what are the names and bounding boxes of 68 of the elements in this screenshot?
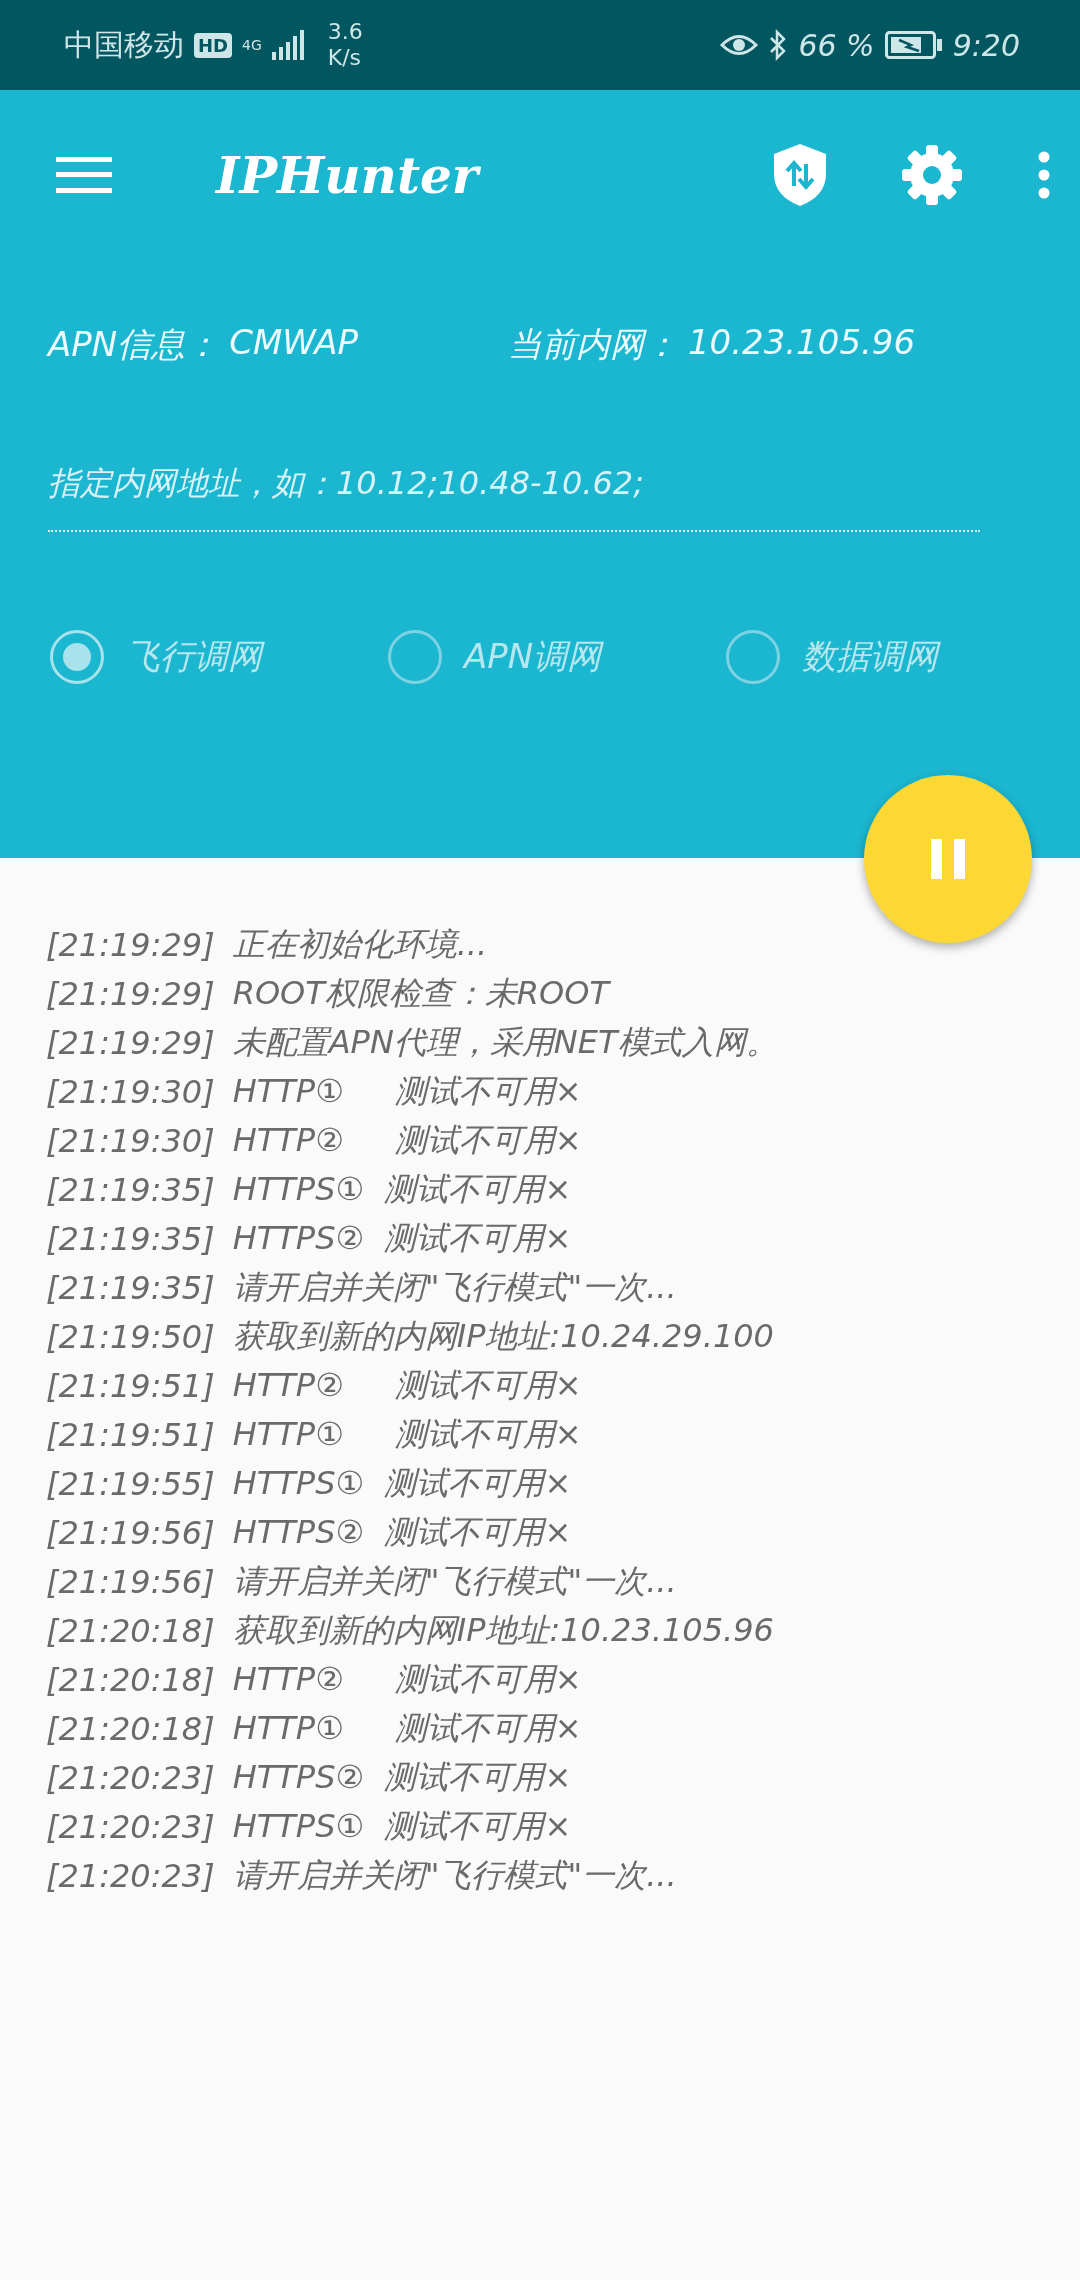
log-time: [21:19:30] xyxy=(46,1072,215,1111)
menu-button[interactable] xyxy=(56,157,112,193)
network-type: 4G xyxy=(242,37,262,53)
eye-icon xyxy=(720,32,759,58)
log-message: ROOT权限检查：未ROOT xyxy=(232,972,609,1014)
log-message: HTTP② 测试不可用× xyxy=(232,1364,582,1406)
speed-value: 3.6 xyxy=(327,18,363,45)
mode-radio[interactable]: APN调网 xyxy=(388,630,726,684)
log-time: [21:20:23] xyxy=(46,1807,215,1846)
log-message: 请开启并关闭"飞行模式"一次... xyxy=(232,1560,677,1602)
log-time: [21:19:29] xyxy=(46,974,215,1013)
clock-time: 9:20 xyxy=(952,27,1020,63)
log-message: 未配置APN代理，采用NET模式入网。 xyxy=(232,1021,778,1063)
ip-label: 当前内网： xyxy=(507,323,678,366)
battery-percent: 66 % xyxy=(798,27,875,63)
ip-value: 10.23.105.96 xyxy=(687,322,916,364)
log-message: HTTPS① 测试不可用× xyxy=(232,1168,572,1210)
log-time: [21:19:35] xyxy=(46,1268,215,1307)
log-time: [21:19:55] xyxy=(46,1464,215,1503)
hd-badge: HD xyxy=(194,32,232,58)
log-message: HTTP① 测试不可用× xyxy=(232,1413,582,1455)
apn-label: APN信息： xyxy=(48,323,220,366)
log-message: HTTP① 测试不可用× xyxy=(232,1707,582,1749)
log-time: [21:19:30] xyxy=(46,1121,215,1160)
log-message: 获取到新的内网IP地址:10.24.29.100 xyxy=(232,1315,774,1357)
log-time: [21:19:35] xyxy=(46,1170,215,1209)
log-message: HTTPS② 测试不可用× xyxy=(232,1511,572,1553)
log-message: 正在初始化环境... xyxy=(232,923,488,965)
log-time: [21:19:51] xyxy=(46,1366,215,1405)
app-title: IPHunter xyxy=(216,145,479,205)
apn-value: CMWAP xyxy=(229,322,358,364)
log-time: [21:19:29] xyxy=(46,925,215,964)
mode-radio[interactable]: 飞行调网 xyxy=(50,630,388,684)
menu-icon xyxy=(56,157,112,193)
log-time: [21:20:18] xyxy=(46,1660,215,1699)
log-message: HTTPS① 测试不可用× xyxy=(232,1805,572,1847)
log-message: HTTPS② 测试不可用× xyxy=(232,1217,572,1259)
mode-radio[interactable]: 数据调网 xyxy=(726,630,1064,684)
log-message: HTTP② 测试不可用× xyxy=(232,1658,582,1700)
log-message: HTTPS① 测试不可用× xyxy=(232,1462,572,1504)
settings-button[interactable] xyxy=(902,145,962,205)
log-time: [21:19:56] xyxy=(46,1513,215,1552)
settings-icon xyxy=(902,145,962,205)
more-icon xyxy=(1038,151,1050,199)
signal-icon xyxy=(271,30,306,60)
log-message: HTTP② 测试不可用× xyxy=(232,1119,582,1161)
carrier-name: 中国移动 xyxy=(64,25,184,64)
shield-arrows-icon xyxy=(774,144,826,206)
log-message: 请开启并关闭"飞行模式"一次... xyxy=(232,1854,677,1896)
shield-button[interactable] xyxy=(774,144,826,206)
log-time: [21:20:23] xyxy=(46,1758,215,1797)
pause-icon xyxy=(931,839,965,879)
log-message: HTTP① 测试不可用× xyxy=(232,1070,582,1112)
battery-charging-icon xyxy=(884,31,943,59)
log-time: [21:19:35] xyxy=(46,1219,215,1258)
log-time: [21:19:29] xyxy=(46,1023,215,1062)
log-message: 获取到新的内网IP地址:10.23.105.96 xyxy=(232,1609,774,1651)
log-time: [21:20:18] xyxy=(46,1611,215,1650)
address-input-field[interactable]: 指定内网地址，如：10.12;10.48-10.62; xyxy=(48,464,980,532)
more-button[interactable] xyxy=(1038,151,1050,199)
log-time: [21:19:51] xyxy=(46,1415,215,1454)
log-message: 请开启并关闭"飞行模式"一次... xyxy=(232,1266,677,1308)
log-time: [21:20:23] xyxy=(46,1856,215,1895)
log-message: HTTPS② 测试不可用× xyxy=(232,1756,572,1798)
log-time: [21:20:18] xyxy=(46,1709,215,1748)
speed-unit: K/s xyxy=(327,45,363,72)
log-time: [21:19:50] xyxy=(46,1317,215,1356)
log-time: [21:19:56] xyxy=(46,1562,215,1601)
